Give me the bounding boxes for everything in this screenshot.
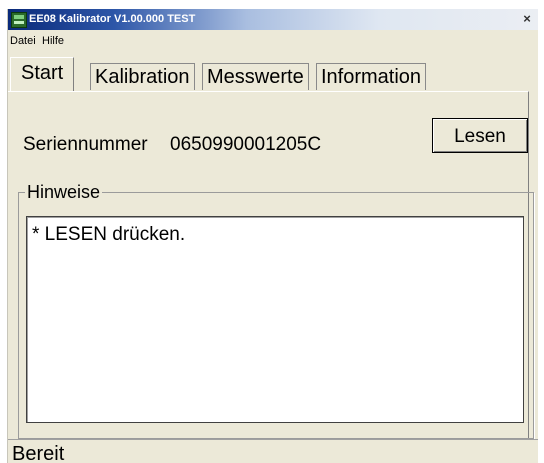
tab-kalibration[interactable]: Kalibration <box>90 63 195 90</box>
menu-datei[interactable]: Datei <box>10 35 36 47</box>
serial-number-value: 0650990001205C <box>170 134 322 155</box>
tab-panel-start: Seriennummer 0650990001205C Lesen Hinwei… <box>8 91 534 439</box>
menu-hilfe[interactable]: Hilfe <box>42 35 64 47</box>
tab-messwerte[interactable]: Messwerte <box>202 63 309 90</box>
app-icon <box>11 12 27 28</box>
tab-information[interactable]: Information <box>316 63 427 90</box>
hints-textbox[interactable]: * LESEN drücken. <box>26 216 524 423</box>
title-bar[interactable]: EE08 Kalibrator V1.00.000 TEST × <box>8 9 538 30</box>
serial-number-label: Seriennummer <box>23 134 148 155</box>
window-title: EE08 Kalibrator V1.00.000 TEST <box>29 13 196 25</box>
status-text: Bereit <box>12 443 65 463</box>
app-window: EE08 Kalibrator V1.00.000 TEST × Datei H… <box>7 9 538 463</box>
hints-title: Hinweise <box>25 182 103 203</box>
hints-groupbox: Hinweise * LESEN drücken. <box>18 182 534 439</box>
status-bar: Bereit <box>8 439 538 463</box>
tab-start[interactable]: Start <box>10 57 75 91</box>
hints-text: * LESEN drücken. <box>32 224 186 245</box>
close-icon[interactable]: × <box>520 12 534 26</box>
read-button[interactable]: Lesen <box>432 118 528 153</box>
